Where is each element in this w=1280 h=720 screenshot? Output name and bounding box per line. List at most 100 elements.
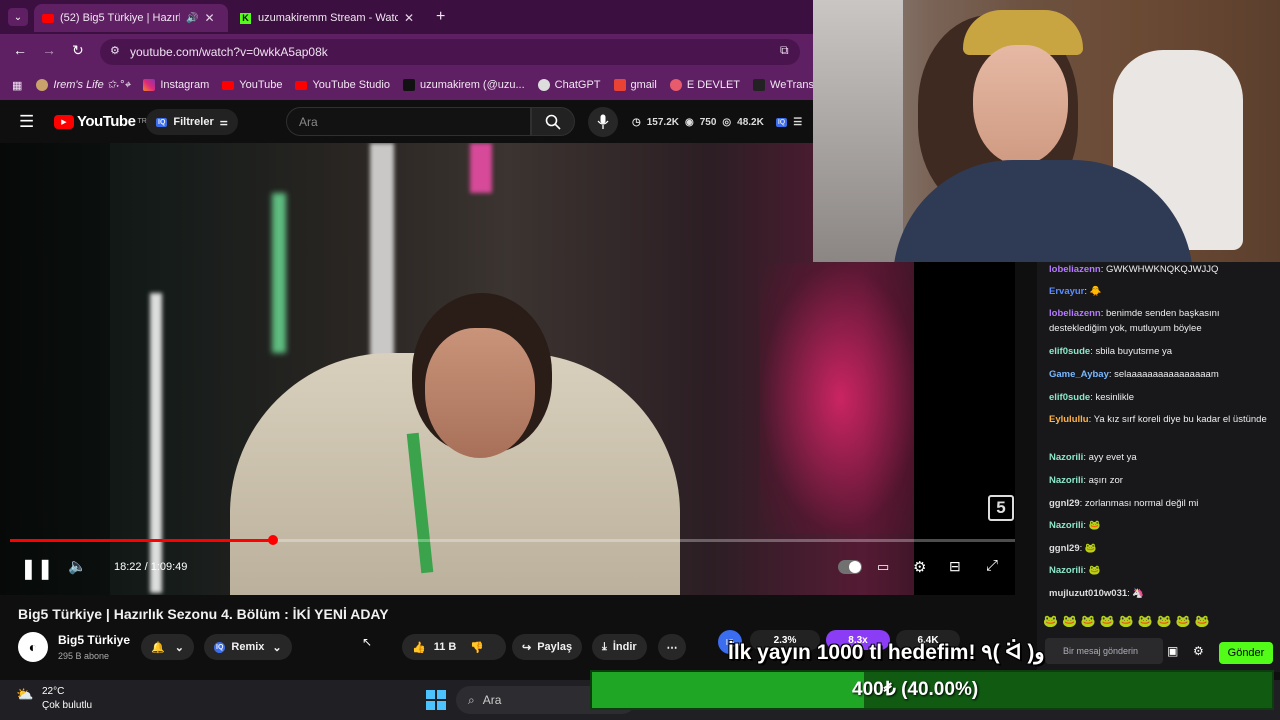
theater-mode-icon[interactable]: ⊟: [949, 558, 961, 575]
voice-search-button[interactable]: [588, 107, 618, 137]
chat-input[interactable]: Bir mesaj gönderin: [1045, 638, 1163, 664]
emote-bar[interactable]: 🐸 🐸 🐸 🐸 🐸 🐸 🐸 🐸 🐸: [1043, 614, 1275, 634]
bookmark-item[interactable]: gmail: [613, 79, 657, 91]
chat-message: Nazorili: aşırı zor: [1049, 475, 1123, 486]
back-icon[interactable]: ←: [13, 42, 27, 58]
chat-message: Nazorili: 🐸: [1049, 565, 1101, 576]
bookmark-item[interactable]: E DEVLET: [669, 79, 740, 91]
apps-grid-icon[interactable]: ▦: [12, 79, 22, 92]
emote-icon[interactable]: 🐸: [1176, 614, 1191, 634]
windows-start-icon[interactable]: [426, 690, 446, 710]
reload-icon[interactable]: ↻: [72, 42, 84, 59]
chat-username[interactable]: Nazorili: [1049, 452, 1083, 463]
like-button[interactable]: 👍 11 B: [412, 641, 456, 654]
microphone-icon: [597, 114, 609, 129]
subtitles-icon[interactable]: ▭: [877, 559, 889, 575]
remix-button[interactable]: IQ Remix ⌄: [204, 634, 292, 660]
chat-settings-icon[interactable]: ⚙: [1193, 644, 1204, 658]
filters-button[interactable]: IQ Filtreler ⚌: [146, 109, 238, 135]
channel-logo-icon: ◐: [28, 639, 38, 655]
tab-search-button[interactable]: ⌄: [8, 8, 28, 26]
emote-icon[interactable]: 🐸: [1138, 614, 1153, 634]
emote-icon[interactable]: 🐸: [1157, 614, 1172, 634]
cast-icon[interactable]: ⧉: [780, 43, 789, 58]
emote-icon[interactable]: 🐸: [1195, 614, 1210, 634]
play-logo-icon: ▶: [54, 114, 74, 129]
bookmark-item[interactable]: ChatGPT: [537, 79, 601, 91]
emote-icon[interactable]: 🐸: [1062, 614, 1077, 634]
bookmark-item[interactable]: YouTube Studio: [295, 79, 390, 91]
dislike-button[interactable]: 👎: [470, 641, 484, 654]
progress-played: [10, 539, 274, 542]
extension-icon[interactable]: IQ: [775, 117, 788, 127]
mute-button[interactable]: 🔈: [68, 557, 87, 575]
weather-icon[interactable]: ⛅: [16, 686, 33, 703]
youtube-icon: [222, 80, 235, 90]
chat-username[interactable]: Eylulullu: [1049, 414, 1089, 425]
channel-avatar[interactable]: ◐: [18, 632, 48, 662]
chat-username[interactable]: ggnl29: [1049, 498, 1080, 509]
youtube-logo[interactable]: ▶ YouTube TR: [54, 113, 147, 130]
settings-icon[interactable]: ⚙: [913, 558, 926, 576]
emote-icon[interactable]: 🐸: [1081, 614, 1096, 634]
more-actions-button[interactable]: ⋯: [658, 634, 686, 660]
site-info-icon[interactable]: ⚙: [110, 44, 120, 57]
chat-message: Nazorili: ayy evet ya: [1049, 452, 1137, 463]
tab-kick[interactable]: K uzumakiremm Stream - Watch L ✕: [232, 4, 428, 32]
search-icon: ⌕: [468, 692, 475, 707]
chat-username[interactable]: elif0sude: [1049, 392, 1090, 403]
bookmark-item[interactable]: Instagram: [143, 79, 209, 91]
menu-icon[interactable]: ☰: [19, 112, 34, 132]
chat-message: ggnl29: zorlanması normal değil mi: [1049, 498, 1199, 509]
bookmark-item[interactable]: Irem's Life ✩˖°⌖: [36, 78, 130, 92]
bookmark-item[interactable]: YouTube: [222, 79, 282, 91]
chat-username[interactable]: lobeliazenn: [1049, 308, 1101, 319]
emote-icon[interactable]: 🐸: [1119, 614, 1134, 634]
extension-stats: ◷ 157.2K ◉ 750 ◎ 48.2K IQ ☰: [632, 116, 803, 128]
chat-username[interactable]: Game_Aybay: [1049, 369, 1109, 380]
chat-username[interactable]: Nazorili: [1049, 565, 1083, 576]
autoplay-toggle[interactable]: [838, 560, 862, 574]
chat-message: Nazorili: 🐸: [1049, 520, 1101, 531]
close-tab-icon[interactable]: ✕: [404, 11, 414, 25]
forward-icon[interactable]: →: [42, 42, 56, 58]
sliders-icon: ⚌: [219, 116, 228, 127]
chat-message: elif0sude: sbila buyutsrne ya: [1049, 346, 1173, 357]
chat-username[interactable]: Nazorili: [1049, 520, 1083, 531]
emote-icon[interactable]: 🐸: [1043, 614, 1058, 634]
download-button[interactable]: ⤓ İndir: [592, 634, 647, 660]
tiktok-icon: [402, 79, 415, 91]
webcam-overlay: [813, 0, 1280, 262]
address-bar[interactable]: ⚙ youtube.com/watch?v=0wkkA5ap08k ⧉: [100, 39, 800, 65]
share-button[interactable]: ↪ Paylaş: [512, 634, 583, 660]
light-strip: [272, 193, 286, 353]
bookmark-favicon-icon: [36, 79, 49, 91]
chat-panel: lobeliazenn: GWKWHWKNQKQJWJJQ Ervayur: 🐥…: [1037, 262, 1280, 672]
channel-name[interactable]: Big5 Türkiye: [58, 633, 130, 647]
chat-username[interactable]: lobeliazenn: [1049, 264, 1101, 275]
list-icon[interactable]: ☰: [793, 117, 802, 128]
fullscreen-icon[interactable]: ⤢: [986, 557, 998, 574]
emote-icon[interactable]: 🐸: [1100, 614, 1115, 634]
send-button[interactable]: Gönder: [1219, 642, 1273, 664]
chat-username[interactable]: elif0sude: [1049, 346, 1090, 357]
chat-username[interactable]: ggnl29: [1049, 543, 1080, 554]
chat-message: Eylulullu: Ya kız sırf koreli diye bu ka…: [1049, 414, 1267, 425]
speaker-icon[interactable]: 🔊: [186, 13, 198, 24]
wall: [813, 0, 903, 262]
chat-message: mujluzut010w031: 🦄: [1049, 588, 1145, 599]
bookmark-item[interactable]: uzumakirem (@uzu...: [402, 79, 525, 91]
gmail-icon: [613, 79, 626, 91]
notifications-button[interactable]: 🔔 ⌄: [141, 634, 194, 660]
chat-username[interactable]: Ervayur: [1049, 286, 1084, 297]
search-input[interactable]: Ara: [286, 107, 531, 136]
new-tab-icon[interactable]: +: [436, 8, 445, 26]
pause-button[interactable]: ❚❚: [20, 556, 54, 581]
gift-icon[interactable]: ▣: [1167, 644, 1178, 658]
search-button[interactable]: [531, 107, 575, 136]
chat-username[interactable]: Nazorili: [1049, 475, 1083, 486]
tab-youtube[interactable]: (52) Big5 Türkiye | Hazırlık S 🔊 ✕: [34, 4, 228, 32]
close-tab-icon[interactable]: ✕: [204, 11, 214, 25]
toggle-knob: [849, 561, 861, 573]
chat-username[interactable]: mujluzut010w031: [1049, 588, 1127, 599]
